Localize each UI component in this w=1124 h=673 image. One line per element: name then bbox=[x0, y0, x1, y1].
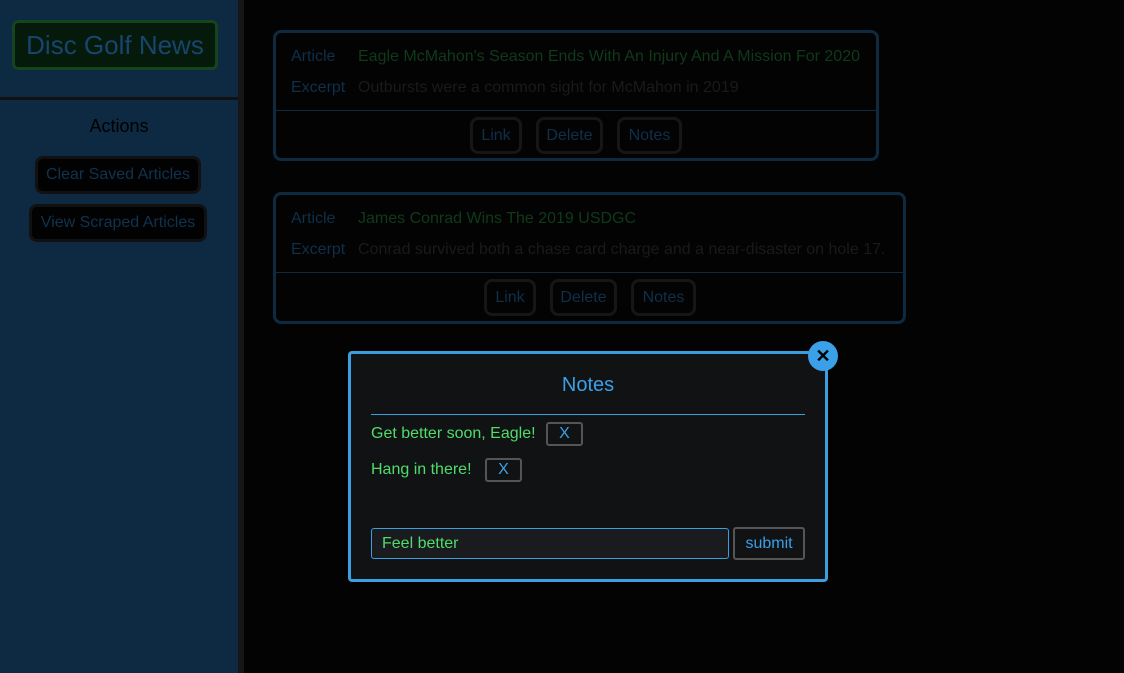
clear-saved-articles-button[interactable]: Clear Saved Articles bbox=[35, 156, 201, 194]
notes-modal: Notes Get better soon, Eagle! X Hang in … bbox=[348, 351, 828, 582]
notes-button[interactable]: Notes bbox=[631, 279, 696, 316]
delete-button[interactable]: Delete bbox=[536, 117, 603, 154]
note-text: Get better soon, Eagle! bbox=[371, 425, 536, 442]
sidebar-border bbox=[238, 0, 244, 673]
close-icon[interactable]: ✕ bbox=[808, 341, 838, 371]
note-text: Hang in there! bbox=[371, 461, 472, 478]
article-label: Article bbox=[291, 48, 336, 65]
submit-button[interactable]: submit bbox=[733, 527, 805, 560]
view-scraped-articles-button[interactable]: View Scraped Articles bbox=[29, 204, 207, 242]
excerpt-label: Excerpt bbox=[291, 79, 346, 96]
article-excerpt: Conrad survived both a chase card charge… bbox=[358, 241, 886, 258]
excerpt-label: Excerpt bbox=[291, 241, 346, 258]
article-card: Article Eagle McMahon's Season Ends With… bbox=[273, 30, 879, 161]
link-button[interactable]: Link bbox=[484, 279, 536, 316]
article-excerpt: Outbursts were a common sight for McMaho… bbox=[358, 79, 739, 96]
article-card: Article James Conrad Wins The 2019 USDGC… bbox=[273, 192, 906, 324]
delete-note-button[interactable]: X bbox=[485, 458, 522, 482]
article-label: Article bbox=[291, 210, 336, 227]
actions-heading: Actions bbox=[89, 116, 149, 136]
note-input[interactable] bbox=[371, 528, 729, 559]
notes-button[interactable]: Notes bbox=[617, 117, 682, 154]
brand-divider bbox=[0, 97, 238, 100]
card-divider bbox=[276, 110, 876, 111]
modal-title: Notes bbox=[561, 374, 615, 396]
sidebar: Disc Golf News Actions Clear Saved Artic… bbox=[0, 0, 238, 673]
article-title: James Conrad Wins The 2019 USDGC bbox=[358, 210, 637, 227]
modal-divider bbox=[371, 414, 805, 415]
link-button[interactable]: Link bbox=[470, 117, 522, 154]
delete-button[interactable]: Delete bbox=[550, 279, 617, 316]
article-title: Eagle McMahon's Season Ends With An Inju… bbox=[358, 48, 860, 65]
delete-note-button[interactable]: X bbox=[546, 422, 583, 446]
card-divider bbox=[276, 272, 903, 273]
brand-title[interactable]: Disc Golf News bbox=[12, 20, 218, 70]
